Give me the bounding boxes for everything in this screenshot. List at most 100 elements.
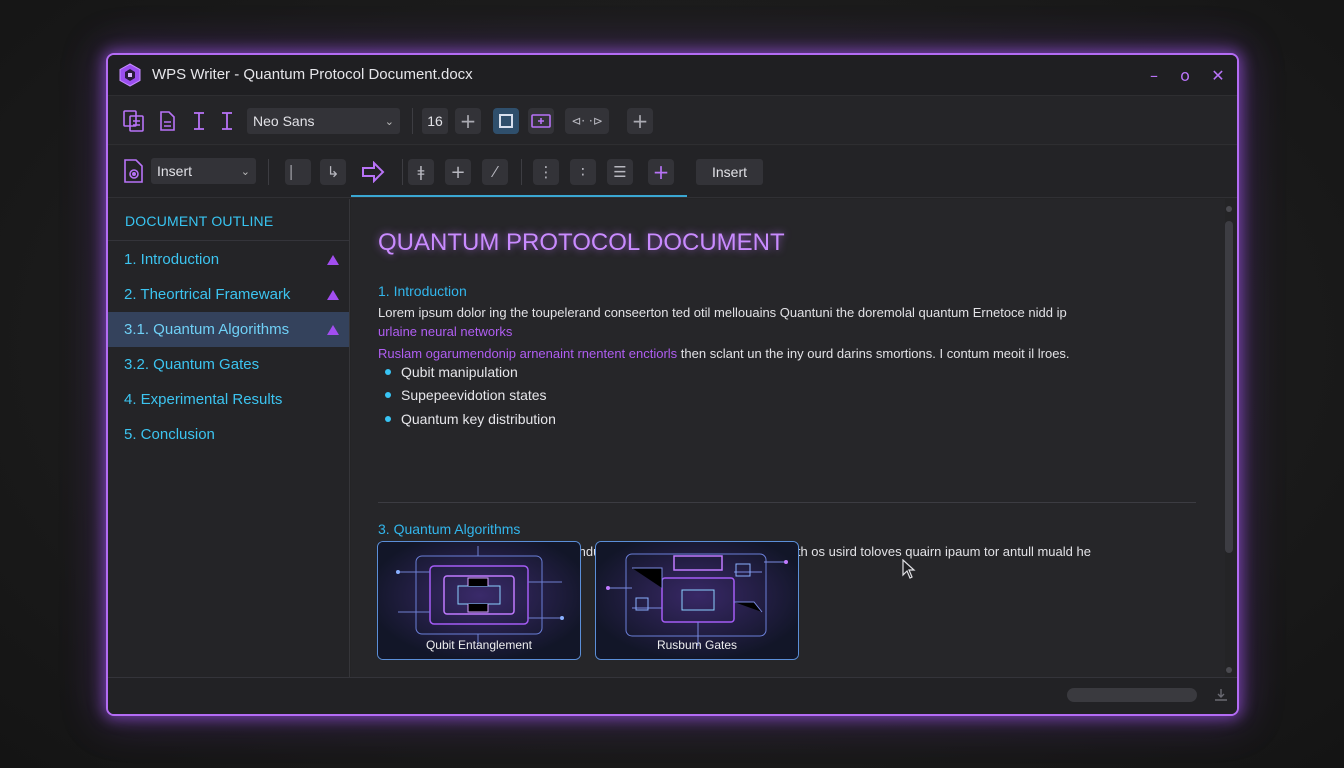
arrow-right-icon <box>362 161 385 183</box>
outline-title: DOCUMENT OUTLINE <box>125 213 274 229</box>
list-icon: ☰ <box>613 163 627 181</box>
outline-item-quantum-algorithms[interactable]: 3.1. Quantum Algorithms <box>108 312 349 347</box>
plus-icon: + <box>652 160 670 184</box>
maximize-button[interactable]: o <box>1174 64 1196 86</box>
toolbar-divider <box>412 108 413 134</box>
insert-button-label: Insert <box>711 164 747 180</box>
image-caption: Qubit Entanglement <box>425 638 533 652</box>
document-canvas[interactable]: QUANTUM PROTOCOL DOCUMENT 1. Introductio… <box>351 199 1225 677</box>
outline-item-quantum-gates[interactable]: 3.2. Quantum Gates <box>108 347 349 382</box>
section-divider <box>378 502 1196 503</box>
insert-button[interactable]: Insert <box>696 159 763 185</box>
pen-button[interactable]: ⁄ <box>482 159 508 185</box>
mouse-pointer-icon <box>902 559 916 579</box>
outline-item-label: 1. Introduction <box>124 251 220 268</box>
square-icon <box>499 114 513 128</box>
italic-cursor-button[interactable] <box>214 108 240 134</box>
outline-item-conclusion[interactable]: 5. Conclusion <box>108 417 349 452</box>
colon-button[interactable]: ∶ <box>570 159 596 185</box>
bullet-dot-icon <box>385 368 391 375</box>
triangle-marker-icon <box>327 324 339 335</box>
insert-select-value: Insert <box>157 163 193 179</box>
image-qubit-entanglement[interactable]: Qubit Entanglement <box>377 541 581 660</box>
insert-toolbar: Insert ⌄ ⎸ ↳ ǂ + ⁄ ⋮ ∶ ☰ + Insert <box>108 146 1237 198</box>
bullet-list: Qubit manipulation Supepeevidotion state… <box>385 360 556 431</box>
outline-item-label: 3.1. Quantum Algorithms <box>124 321 290 338</box>
add-element-button[interactable]: + <box>445 159 471 185</box>
minimize-button[interactable]: – <box>1143 64 1165 86</box>
list-item-text: Quantum key distribution <box>401 410 556 427</box>
list-item: Supepeevidotion states <box>385 384 556 408</box>
list-item-text: Qubit manipulation <box>401 363 518 380</box>
plus-icon: + <box>450 161 466 183</box>
anchor-button[interactable]: ǂ <box>408 159 434 185</box>
list-item: Qubit manipulation <box>385 360 556 384</box>
distribute-icon: ⊲· ·⊳ <box>571 114 603 128</box>
plus-icon: + <box>631 109 649 133</box>
font-size-value: 16 <box>427 113 443 129</box>
close-button[interactable]: ✕ <box>1207 64 1229 86</box>
add-button[interactable]: + <box>627 108 653 134</box>
break-button[interactable]: ↳ <box>320 159 346 185</box>
list-item-text: Supepeevidotion states <box>401 387 547 404</box>
copy-doc-icon <box>123 110 144 132</box>
font-family-select[interactable]: Neo Sans ⌄ <box>247 108 400 134</box>
plus-icon: + <box>459 109 477 133</box>
title-bar[interactable]: WPS Writer - Quantum Protocol Document.d… <box>108 55 1237 95</box>
intro-line-1: Lorem ipsum dolor ing the toupelerand co… <box>378 305 1067 320</box>
align-distribute-button[interactable]: ⊲· ·⊳ <box>565 108 609 134</box>
scroll-up-icon <box>1226 206 1232 212</box>
minimize-icon: – <box>1150 65 1158 85</box>
add-purple-button[interactable]: + <box>648 159 674 185</box>
break-icon: ↳ <box>326 163 340 181</box>
window-title: WPS Writer - Quantum Protocol Document.d… <box>152 66 473 83</box>
image-caption: Rusbum Gates <box>656 638 738 652</box>
arrow-shape-button[interactable] <box>360 159 386 185</box>
vertical-line-icon: ⎸ <box>290 163 306 181</box>
text-cursor-button[interactable] <box>186 108 212 134</box>
page-settings-button[interactable] <box>121 158 147 184</box>
app-window: WPS Writer - Quantum Protocol Document.d… <box>106 53 1239 716</box>
font-size-input[interactable]: 16 <box>422 108 448 134</box>
wps-logo-icon <box>119 63 141 87</box>
toolbar-divider <box>268 159 269 185</box>
toolbar-divider <box>521 159 522 185</box>
insert-box-button[interactable] <box>528 108 554 134</box>
anchor-icon: ǂ <box>417 163 425 181</box>
scroll-thumb[interactable] <box>1225 221 1233 553</box>
bullet-dot-icon <box>385 392 391 399</box>
insert-select[interactable]: Insert ⌄ <box>151 158 256 184</box>
highlighted-text: Ruslam ogarumendonip arnenaint rnentent … <box>378 346 678 361</box>
download-icon[interactable] <box>1214 688 1228 702</box>
active-tab-indicator <box>351 195 687 197</box>
vertical-dots-button[interactable]: ⋮ <box>533 159 559 185</box>
horizontal-scroll-thumb[interactable] <box>1067 688 1197 702</box>
outline-item-experimental-results[interactable]: 4. Experimental Results <box>108 382 349 417</box>
list-button[interactable]: ☰ <box>607 159 633 185</box>
outline-item-label: 5. Conclusion <box>124 426 215 443</box>
outline-item-label: 2. Theortrical Framewark <box>124 286 291 303</box>
triangle-marker-icon <box>327 254 339 265</box>
dots-icon: ∶ <box>581 163 585 181</box>
intro-line-2: urlaine neural networks <box>378 324 513 339</box>
document-outline-panel: DOCUMENT OUTLINE 1. Introduction 2. Theo… <box>108 199 350 677</box>
line-button[interactable]: ⎸ <box>285 159 311 185</box>
chevron-down-icon: ⌄ <box>240 165 250 178</box>
font-family-value: Neo Sans <box>253 113 315 129</box>
image-quantum-gates[interactable]: Rusbum Gates <box>595 541 799 660</box>
text-cursor-alt-icon <box>222 112 232 130</box>
outline-item-introduction[interactable]: 1. Introduction <box>108 242 349 277</box>
triangle-marker-icon <box>327 289 339 300</box>
copy-doc-button[interactable] <box>121 108 147 134</box>
close-icon: ✕ <box>1211 65 1225 85</box>
pen-icon: ⁄ <box>493 163 497 181</box>
formatting-toolbar: Neo Sans ⌄ 16 + ⊲· ·⊳ + <box>108 95 1237 145</box>
new-doc-button[interactable] <box>154 108 180 134</box>
vertical-scrollbar[interactable] <box>1224 205 1234 674</box>
frame-button[interactable] <box>493 108 519 134</box>
increase-size-button[interactable]: + <box>455 108 481 134</box>
outline-divider <box>108 240 349 241</box>
outline-item-theoretical-framework[interactable]: 2. Theortrical Framewark <box>108 277 349 312</box>
status-bar <box>108 677 1237 714</box>
scroll-down-icon <box>1226 667 1232 673</box>
